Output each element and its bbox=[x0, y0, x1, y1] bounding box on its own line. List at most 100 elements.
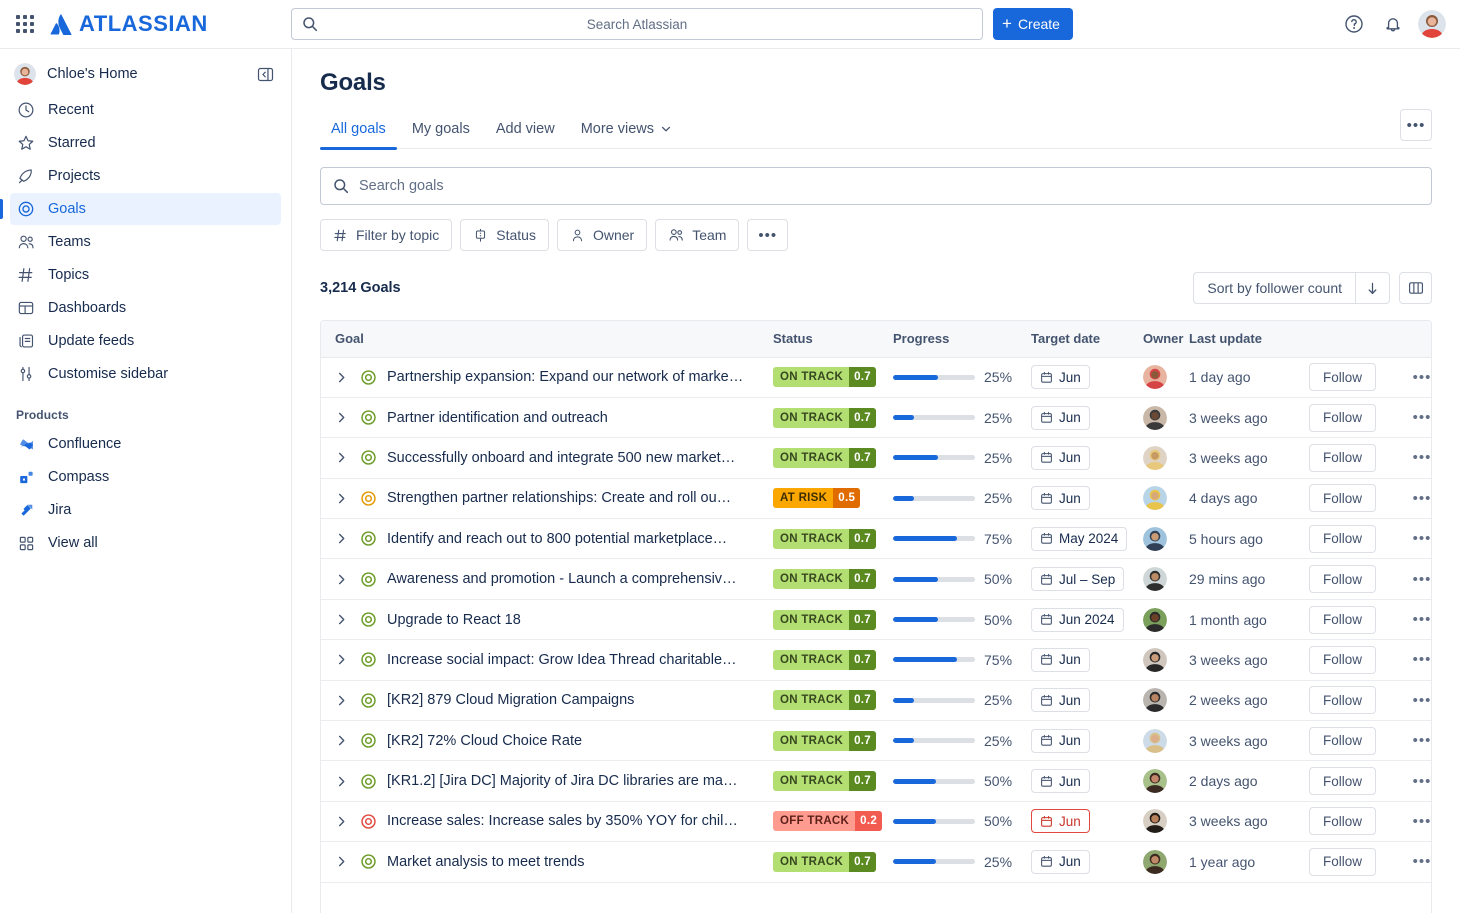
team-filter-button[interactable]: Team bbox=[655, 219, 739, 251]
follow-button[interactable]: Follow bbox=[1309, 525, 1376, 553]
sidebar-item-recent[interactable]: Recent bbox=[10, 94, 281, 126]
column-header-owner[interactable]: Owner bbox=[1143, 321, 1189, 357]
owner-avatar[interactable] bbox=[1143, 729, 1167, 753]
status-filter-button[interactable]: Status bbox=[460, 219, 549, 251]
table-row[interactable]: Upgrade to React 18 ON TRACK 0.7 50% bbox=[321, 599, 1432, 639]
page-more-actions-button[interactable]: ••• bbox=[1400, 109, 1432, 141]
table-row[interactable]: Identify and reach out to 800 potential … bbox=[321, 519, 1432, 559]
expand-chevron-icon[interactable] bbox=[332, 530, 350, 548]
global-search[interactable] bbox=[291, 8, 983, 40]
expand-chevron-icon[interactable] bbox=[332, 611, 350, 629]
owner-avatar[interactable] bbox=[1143, 608, 1167, 632]
status-badge[interactable]: ON TRACK 0.7 bbox=[773, 690, 876, 710]
column-header-target-date[interactable]: Target date bbox=[1031, 321, 1143, 357]
follow-button[interactable]: Follow bbox=[1309, 404, 1376, 432]
target-date-chip[interactable]: Jun bbox=[1031, 688, 1090, 712]
owner-avatar[interactable] bbox=[1143, 406, 1167, 430]
panel-collapse-icon[interactable] bbox=[255, 64, 275, 84]
status-badge[interactable]: ON TRACK 0.7 bbox=[773, 569, 876, 589]
follow-button[interactable]: Follow bbox=[1309, 606, 1376, 634]
expand-chevron-icon[interactable] bbox=[332, 853, 350, 871]
row-more-actions-button[interactable]: ••• bbox=[1409, 566, 1432, 592]
follow-button[interactable]: Follow bbox=[1309, 565, 1376, 593]
owner-avatar[interactable] bbox=[1143, 769, 1167, 793]
target-date-chip[interactable]: Jun 2024 bbox=[1031, 608, 1124, 632]
table-row[interactable]: Partner identification and outreach ON T… bbox=[321, 397, 1432, 437]
expand-chevron-icon[interactable] bbox=[332, 368, 350, 386]
owner-avatar[interactable] bbox=[1143, 486, 1167, 510]
table-row[interactable]: Partnership expansion: Expand our networ… bbox=[321, 357, 1432, 397]
status-badge[interactable]: ON TRACK 0.7 bbox=[773, 367, 876, 387]
target-date-chip[interactable]: Jun bbox=[1031, 809, 1090, 833]
owner-avatar[interactable] bbox=[1143, 850, 1167, 874]
status-badge[interactable]: AT RISK 0.5 bbox=[773, 488, 860, 508]
sidebar-item-teams[interactable]: Teams bbox=[10, 226, 281, 258]
atlassian-logo[interactable]: ATLASSIAN bbox=[50, 11, 208, 37]
expand-chevron-icon[interactable] bbox=[332, 651, 350, 669]
goal-title[interactable]: Partner identification and outreach bbox=[387, 410, 608, 426]
tab-add-view[interactable]: Add view bbox=[485, 115, 566, 148]
target-date-chip[interactable]: May 2024 bbox=[1031, 527, 1127, 551]
expand-chevron-icon[interactable] bbox=[332, 489, 350, 507]
column-header-last-update[interactable]: Last update bbox=[1189, 321, 1309, 357]
row-more-actions-button[interactable]: ••• bbox=[1409, 405, 1432, 431]
table-row[interactable]: Increase social impact: Grow Idea Thread… bbox=[321, 640, 1432, 680]
status-badge[interactable]: OFF TRACK 0.2 bbox=[773, 811, 882, 831]
columns-icon[interactable] bbox=[1399, 272, 1432, 304]
status-badge[interactable]: ON TRACK 0.7 bbox=[773, 448, 876, 468]
target-date-chip[interactable]: Jun bbox=[1031, 850, 1090, 874]
arrow-down-icon[interactable] bbox=[1355, 272, 1390, 304]
target-date-chip[interactable]: Jun bbox=[1031, 648, 1090, 672]
row-more-actions-button[interactable]: ••• bbox=[1409, 808, 1432, 834]
follow-button[interactable]: Follow bbox=[1309, 807, 1376, 835]
follow-button[interactable]: Follow bbox=[1309, 767, 1376, 795]
follow-button[interactable]: Follow bbox=[1309, 686, 1376, 714]
follow-button[interactable]: Follow bbox=[1309, 646, 1376, 674]
status-badge[interactable]: ON TRACK 0.7 bbox=[773, 650, 876, 670]
sidebar-item-update-feeds[interactable]: Update feeds bbox=[10, 325, 281, 357]
owner-avatar[interactable] bbox=[1143, 809, 1167, 833]
sidebar-item-projects[interactable]: Projects bbox=[10, 160, 281, 192]
target-date-chip[interactable]: Jul – Sep bbox=[1031, 567, 1124, 591]
global-search-input[interactable] bbox=[292, 9, 982, 39]
sidebar-item-goals[interactable]: Goals bbox=[10, 193, 281, 225]
row-more-actions-button[interactable]: ••• bbox=[1409, 647, 1432, 673]
status-badge[interactable]: ON TRACK 0.7 bbox=[773, 610, 876, 630]
more-filters-button[interactable]: ••• bbox=[747, 219, 788, 251]
goal-title[interactable]: Increase sales: Increase sales by 350% Y… bbox=[387, 813, 738, 829]
owner-avatar[interactable] bbox=[1143, 567, 1167, 591]
table-row[interactable]: [KR2] 72% Cloud Choice Rate ON TRACK 0.7… bbox=[321, 721, 1432, 761]
column-header-progress[interactable]: Progress bbox=[893, 321, 1031, 357]
status-badge[interactable]: ON TRACK 0.7 bbox=[773, 852, 876, 872]
expand-chevron-icon[interactable] bbox=[332, 772, 350, 790]
goals-search-input[interactable] bbox=[359, 168, 1431, 204]
goal-title[interactable]: Market analysis to meet trends bbox=[387, 854, 584, 870]
avatar[interactable] bbox=[1418, 10, 1446, 38]
expand-chevron-icon[interactable] bbox=[332, 732, 350, 750]
expand-chevron-icon[interactable] bbox=[332, 812, 350, 830]
sidebar-item-home[interactable]: Chloe's Home bbox=[10, 57, 281, 91]
expand-chevron-icon[interactable] bbox=[332, 691, 350, 709]
sidebar-item-view-all[interactable]: View all bbox=[10, 527, 281, 559]
goal-title[interactable]: [KR2] 72% Cloud Choice Rate bbox=[387, 733, 582, 749]
target-date-chip[interactable]: Jun bbox=[1031, 446, 1090, 470]
goal-title[interactable]: Partnership expansion: Expand our networ… bbox=[387, 369, 743, 385]
table-row[interactable]: Market analysis to meet trends ON TRACK … bbox=[321, 842, 1432, 882]
goal-title[interactable]: Identify and reach out to 800 potential … bbox=[387, 531, 727, 547]
row-more-actions-button[interactable]: ••• bbox=[1409, 849, 1432, 875]
owner-filter-button[interactable]: Owner bbox=[557, 219, 647, 251]
target-date-chip[interactable]: Jun bbox=[1031, 406, 1090, 430]
grid-apps-icon[interactable] bbox=[14, 13, 36, 35]
goal-title[interactable]: [KR2] 879 Cloud Migration Campaigns bbox=[387, 692, 634, 708]
row-more-actions-button[interactable]: ••• bbox=[1409, 768, 1432, 794]
target-date-chip[interactable]: Jun bbox=[1031, 729, 1090, 753]
goal-title[interactable]: [KR1.2] [Jira DC] Majority of Jira DC li… bbox=[387, 773, 738, 789]
expand-chevron-icon[interactable] bbox=[332, 449, 350, 467]
owner-avatar[interactable] bbox=[1143, 688, 1167, 712]
goal-title[interactable]: Strengthen partner relationships: Create… bbox=[387, 490, 731, 506]
goal-title[interactable]: Increase social impact: Grow Idea Thread… bbox=[387, 652, 737, 668]
status-badge[interactable]: ON TRACK 0.7 bbox=[773, 731, 876, 751]
sidebar-item-compass[interactable]: Compass bbox=[10, 461, 281, 493]
create-button[interactable]: + Create bbox=[993, 8, 1073, 40]
owner-avatar[interactable] bbox=[1143, 527, 1167, 551]
